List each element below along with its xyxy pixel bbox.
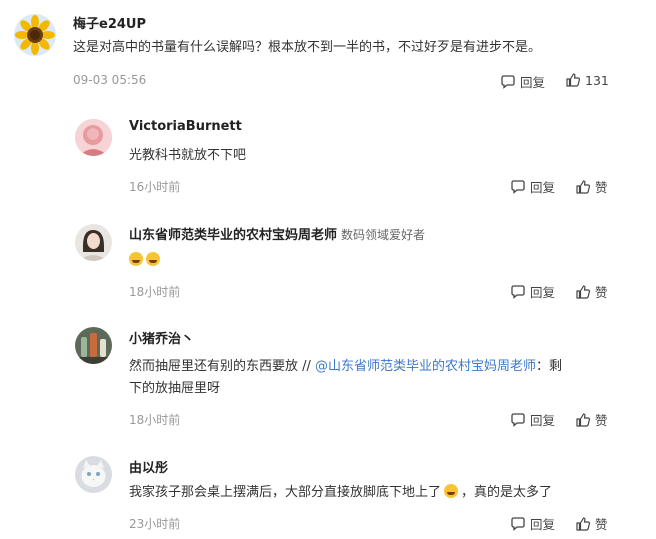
reply-label: 回复 — [530, 180, 556, 195]
reply-label: 回复 — [520, 75, 546, 90]
avatar[interactable] — [75, 456, 112, 493]
like-button[interactable]: 赞 — [575, 282, 608, 301]
speech-bubble-icon — [511, 412, 525, 427]
reply-button[interactable]: 回复 — [510, 282, 555, 301]
pink-portrait-avatar-icon — [75, 119, 112, 156]
timestamp: 23小时前 — [129, 517, 181, 531]
timestamp: 18小时前 — [129, 413, 181, 427]
speech-bubble-icon — [511, 179, 525, 194]
comment-text: 然而抽屉里还有别的东西要放 // — [129, 359, 316, 374]
avatar[interactable] — [14, 14, 56, 56]
laughing-emoji-icon — [444, 484, 459, 498]
comment-text: 光教科书就放不下吧 — [129, 148, 247, 163]
timestamp: 16小时前 — [129, 180, 181, 194]
comment-text: ，真的是太多了 — [461, 485, 553, 500]
username[interactable]: 由以彤 — [129, 457, 168, 476]
user-badge: 数码领域爱好者 — [341, 228, 426, 242]
username[interactable]: VictoriaBurnett — [129, 119, 242, 134]
reply-label: 回复 — [530, 285, 556, 300]
laughing-emoji-icon — [129, 252, 143, 266]
like-count: 131 — [585, 72, 609, 88]
username-with-badge[interactable]: 山东省师范类毕业的农村宝妈周老师 数码领域爱好者 — [129, 224, 425, 243]
like-button[interactable]: 赞 — [575, 177, 608, 196]
woman-portrait-avatar-icon — [75, 224, 112, 261]
username[interactable]: 梅子e24UP — [73, 13, 146, 32]
comment-text-line2: 下的放抽屉里呀 — [129, 381, 221, 396]
comment-text-line1: 我家孩子那会桌上摆满后，大部分直接放脚底下地上了 ，真的是太多了 — [129, 482, 552, 504]
speech-bubble-icon — [511, 516, 525, 531]
comment-text: 我家孩子那会桌上摆满后，大部分直接放脚底下地上了 — [129, 485, 442, 500]
comment-emojis — [129, 250, 163, 272]
avatar[interactable] — [75, 327, 112, 364]
reply-button[interactable]: 回复 — [510, 514, 555, 533]
like-button[interactable]: 赞 — [575, 410, 608, 429]
reply-label: 回复 — [530, 413, 556, 428]
like-label: 赞 — [595, 517, 608, 532]
username[interactable]: 小猪乔治丶 — [129, 328, 194, 347]
comment-text-line1: 然而抽屉里还有别的东西要放 // @山东省师范类毕业的农村宝妈周老师：剩 — [129, 356, 562, 378]
thumbs-up-icon — [576, 516, 591, 531]
thumbs-up-icon — [576, 412, 591, 427]
avatar[interactable] — [75, 224, 112, 261]
reply-button[interactable]: 回复 — [510, 410, 555, 429]
like-button[interactable]: 赞 — [575, 514, 608, 533]
like-label: 赞 — [595, 285, 608, 300]
speech-bubble-icon — [501, 74, 515, 89]
avatar[interactable] — [75, 119, 112, 156]
thumbs-up-icon — [576, 179, 591, 194]
bottles-photo-avatar-icon — [75, 327, 112, 364]
timestamp: 09-03 05:56 — [73, 73, 147, 87]
timestamp: 18小时前 — [129, 285, 181, 299]
mention-link[interactable]: @山东省师范类毕业的农村宝妈周老师 — [315, 359, 536, 374]
like-button[interactable]: 131 — [565, 72, 609, 88]
speech-bubble-icon — [511, 284, 525, 299]
thumbs-up-icon — [566, 73, 581, 87]
username[interactable]: 山东省师范类毕业的农村宝妈周老师 — [129, 228, 337, 243]
reply-button[interactable]: 回复 — [500, 72, 545, 91]
comment-text: ：剩 — [536, 359, 563, 374]
sunflower-avatar-icon — [14, 14, 56, 56]
like-label: 赞 — [595, 180, 608, 195]
reply-button[interactable]: 回复 — [510, 177, 555, 196]
laughing-emoji-icon — [146, 252, 160, 266]
white-cat-avatar-icon — [75, 456, 112, 493]
comment-text: 这是对高中的书量有什么误解吗？根本放不到一半的书，不过好歹是有进步不是。 — [73, 40, 542, 55]
thumbs-up-icon — [576, 284, 591, 299]
reply-label: 回复 — [530, 517, 556, 532]
like-label: 赞 — [595, 413, 608, 428]
